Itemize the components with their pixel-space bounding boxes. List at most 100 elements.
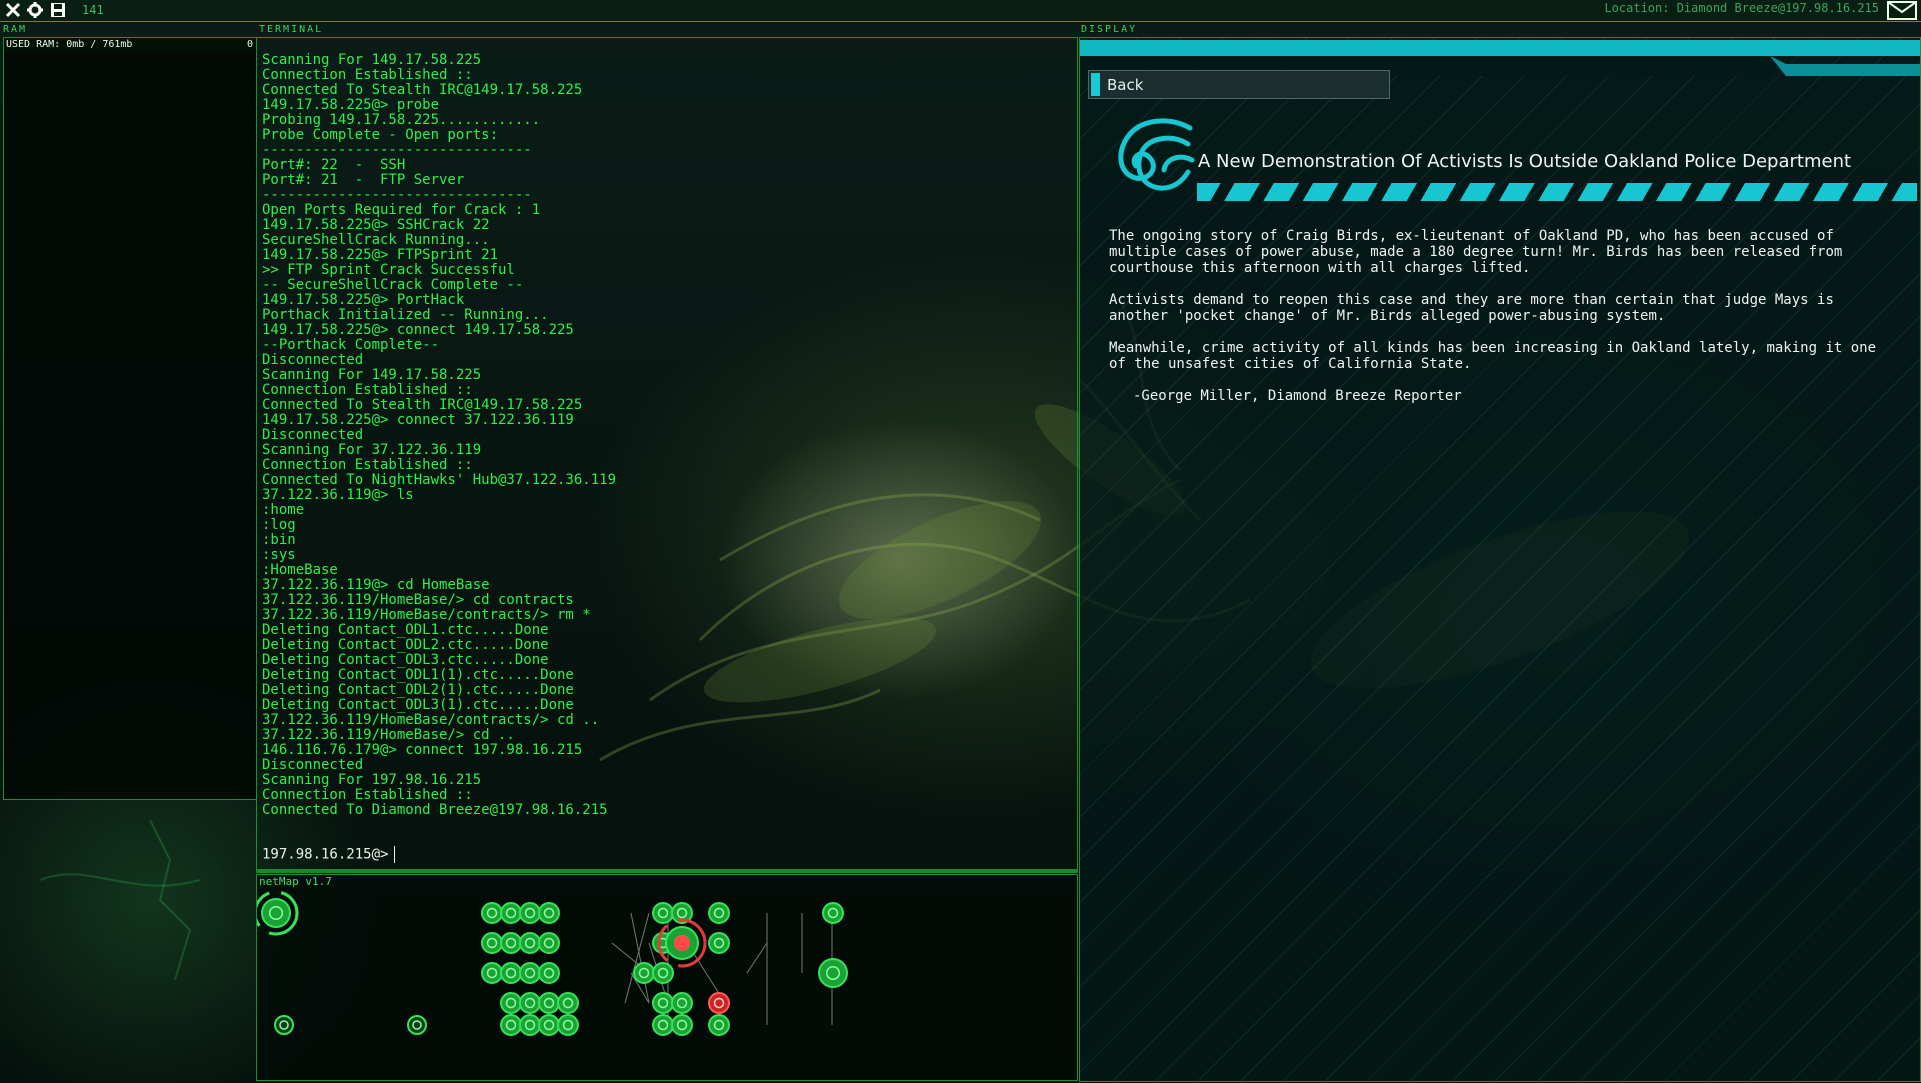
terminal-line: Disconnected [262, 757, 364, 773]
terminal-line: Probe Complete - Open ports: [262, 127, 499, 143]
terminal-line: 149.17.58.225@> SSHCrack 22 [262, 217, 490, 233]
ram-usage-bar: USED RAM: 0mb / 761mb 0 [4, 38, 256, 52]
article-signature: -George Miller, Diamond Breeze Reporter [1133, 388, 1462, 404]
terminal-line: :bin [262, 532, 296, 548]
terminal-line: -- SecureShellCrack Complete -- [262, 277, 524, 293]
back-button[interactable]: Back [1088, 70, 1390, 99]
netmap-node[interactable] [274, 1015, 294, 1035]
terminal-line: 149.17.58.225@> connect 37.122.36.119 [262, 412, 574, 428]
netmap-node[interactable] [519, 1014, 541, 1036]
terminal-line: Scanning For 149.17.58.225 [262, 52, 482, 68]
netmap-node[interactable] [519, 962, 541, 984]
netmap-node[interactable] [652, 902, 674, 924]
netmap-node[interactable] [481, 962, 503, 984]
terminal-line: Connected To Diamond Breeze@197.98.16.21… [262, 802, 608, 818]
terminal-line: -------------------------------- [262, 187, 532, 203]
netmap-node[interactable] [822, 902, 844, 924]
mail-icon[interactable] [1887, 1, 1917, 20]
netmap-node[interactable] [671, 1014, 693, 1036]
netmap-node[interactable] [500, 1014, 522, 1036]
netmap-node[interactable] [557, 992, 579, 1014]
terminal-line: Deleting Contact_ODL2.ctc.....Done [262, 637, 549, 653]
netmap-node[interactable] [519, 932, 541, 954]
netmap-node[interactable] [538, 962, 560, 984]
top-bar: 141 Location: Diamond Breeze@197.98.16.2… [0, 0, 1921, 22]
terminal-line: Deleting Contact_ODL2(1).ctc.....Done [262, 682, 574, 698]
netmap-node[interactable] [708, 1014, 730, 1036]
terminal-line: Deleting Contact_ODL3.ctc.....Done [262, 652, 549, 668]
netmap-node[interactable] [500, 992, 522, 1014]
ram-process-count: 0 [246, 39, 253, 50]
terminal-line: Connection Established :: [262, 787, 473, 803]
netmap-node[interactable] [708, 902, 730, 924]
terminal-panel[interactable]: Scanning For 149.17.58.225 Connection Est… [256, 37, 1078, 871]
netmap-node[interactable] [481, 932, 503, 954]
terminal-divider [256, 869, 1078, 873]
netmap-node[interactable] [500, 932, 522, 954]
article-paragraph: Meanwhile, crime activity of all kinds h… [1109, 340, 1877, 372]
display-panel: Back A New Demonstration Of Activists Is… [1079, 37, 1921, 1082]
netmap-node[interactable] [652, 992, 674, 1014]
netmap-panel: netMap v1.7 [256, 874, 1078, 1081]
terminal-line: 146.116.76.179@> connect 197.98.16.215 [262, 742, 583, 758]
terminal-line: Probing 149.17.58.225............ [262, 112, 541, 128]
headline-stripe-bar [1197, 183, 1917, 201]
netmap-connected-node[interactable] [657, 918, 707, 968]
terminal-line: Deleting Contact_ODL1(1).ctc.....Done [262, 667, 574, 683]
terminal-line: Open Ports Required for Crack : 1 [262, 202, 541, 218]
display-header-bar [1080, 40, 1920, 56]
terminal-line: Connection Established :: [262, 457, 473, 473]
terminal-input[interactable]: 197.98.16.215@> [262, 846, 396, 863]
netmap-node[interactable] [652, 1014, 674, 1036]
netmap-node[interactable] [633, 962, 655, 984]
netmap-node[interactable] [500, 962, 522, 984]
article-paragraph: The ongoing story of Craig Birds, ex-lie… [1109, 228, 1843, 276]
terminal-line: 37.122.36.119/HomeBase/contracts/> cd .. [262, 712, 600, 728]
terminal-line: 37.122.36.119/HomeBase/> cd contracts [262, 592, 574, 608]
terminal-line: Connected To Stealth IRC@149.17.58.225 [262, 82, 583, 98]
terminal-line: Porthack Initialized -- Running... [262, 307, 549, 323]
netmap-node[interactable] [708, 932, 730, 954]
location-label: Location: Diamond Breeze@197.98.16.215 [1604, 1, 1879, 15]
terminal-line: Deleting Contact_ODL3(1).ctc.....Done [262, 697, 574, 713]
terminal-line: Scanning For 197.98.16.215 [262, 772, 482, 788]
netmap-node[interactable] [652, 962, 674, 984]
terminal-line: SecureShellCrack Running... [262, 232, 490, 248]
netmap-node[interactable] [671, 992, 693, 1014]
netmap-node[interactable] [538, 932, 560, 954]
terminal-line: :HomeBase [262, 562, 338, 578]
netmap-node[interactable] [519, 992, 541, 1014]
ram-usage-text: USED RAM: 0mb / 761mb [6, 39, 133, 50]
netmap-graph [257, 890, 848, 1036]
netmap-node[interactable] [538, 1014, 560, 1036]
netmap-hostile-node[interactable] [708, 992, 730, 1014]
ram-panel: USED RAM: 0mb / 761mb 0 [3, 37, 257, 800]
netmap-node[interactable] [538, 992, 560, 1014]
terminal-line: --Porthack Complete-- [262, 337, 440, 353]
save-icon[interactable] [50, 2, 66, 18]
netmap-node[interactable] [407, 1015, 427, 1035]
netmap-node[interactable] [481, 902, 503, 924]
terminal-line: 37.122.36.119/HomeBase/> cd .. [262, 727, 515, 743]
terminal-line: :sys [262, 547, 296, 563]
netmap-home-node[interactable] [257, 890, 299, 936]
netmap-node[interactable] [500, 902, 522, 924]
terminal-line: 37.122.36.119@> cd HomeBase [262, 577, 490, 593]
gear-icon[interactable] [27, 2, 43, 18]
terminal-line: Port#: 21 - FTP Server [262, 172, 465, 188]
terminal-line: 149.17.58.225@> FTPSprint 21 [262, 247, 499, 263]
terminal-line: 37.122.36.119@> ls [262, 487, 414, 503]
terminal-line: Connection Established :: [262, 67, 473, 83]
article-headline: A New Demonstration Of Activists Is Outs… [1198, 151, 1852, 172]
terminal-line: 149.17.58.225@> connect 149.17.58.225 [262, 322, 574, 338]
terminal-line: Deleting Contact_ODL1.ctc.....Done [262, 622, 549, 638]
exit-icon[interactable] [5, 2, 21, 18]
terminal-line: Connected To Stealth IRC@149.17.58.225 [262, 397, 583, 413]
terminal-line: :log [262, 517, 296, 533]
netmap-node[interactable] [818, 958, 848, 988]
terminal-line: 37.122.36.119/HomeBase/contracts/> rm * [262, 607, 591, 623]
terminal-line: Scanning For 149.17.58.225 [262, 367, 482, 383]
netmap-node[interactable] [519, 902, 541, 924]
netmap-node[interactable] [557, 1014, 579, 1036]
netmap-node[interactable] [538, 902, 560, 924]
